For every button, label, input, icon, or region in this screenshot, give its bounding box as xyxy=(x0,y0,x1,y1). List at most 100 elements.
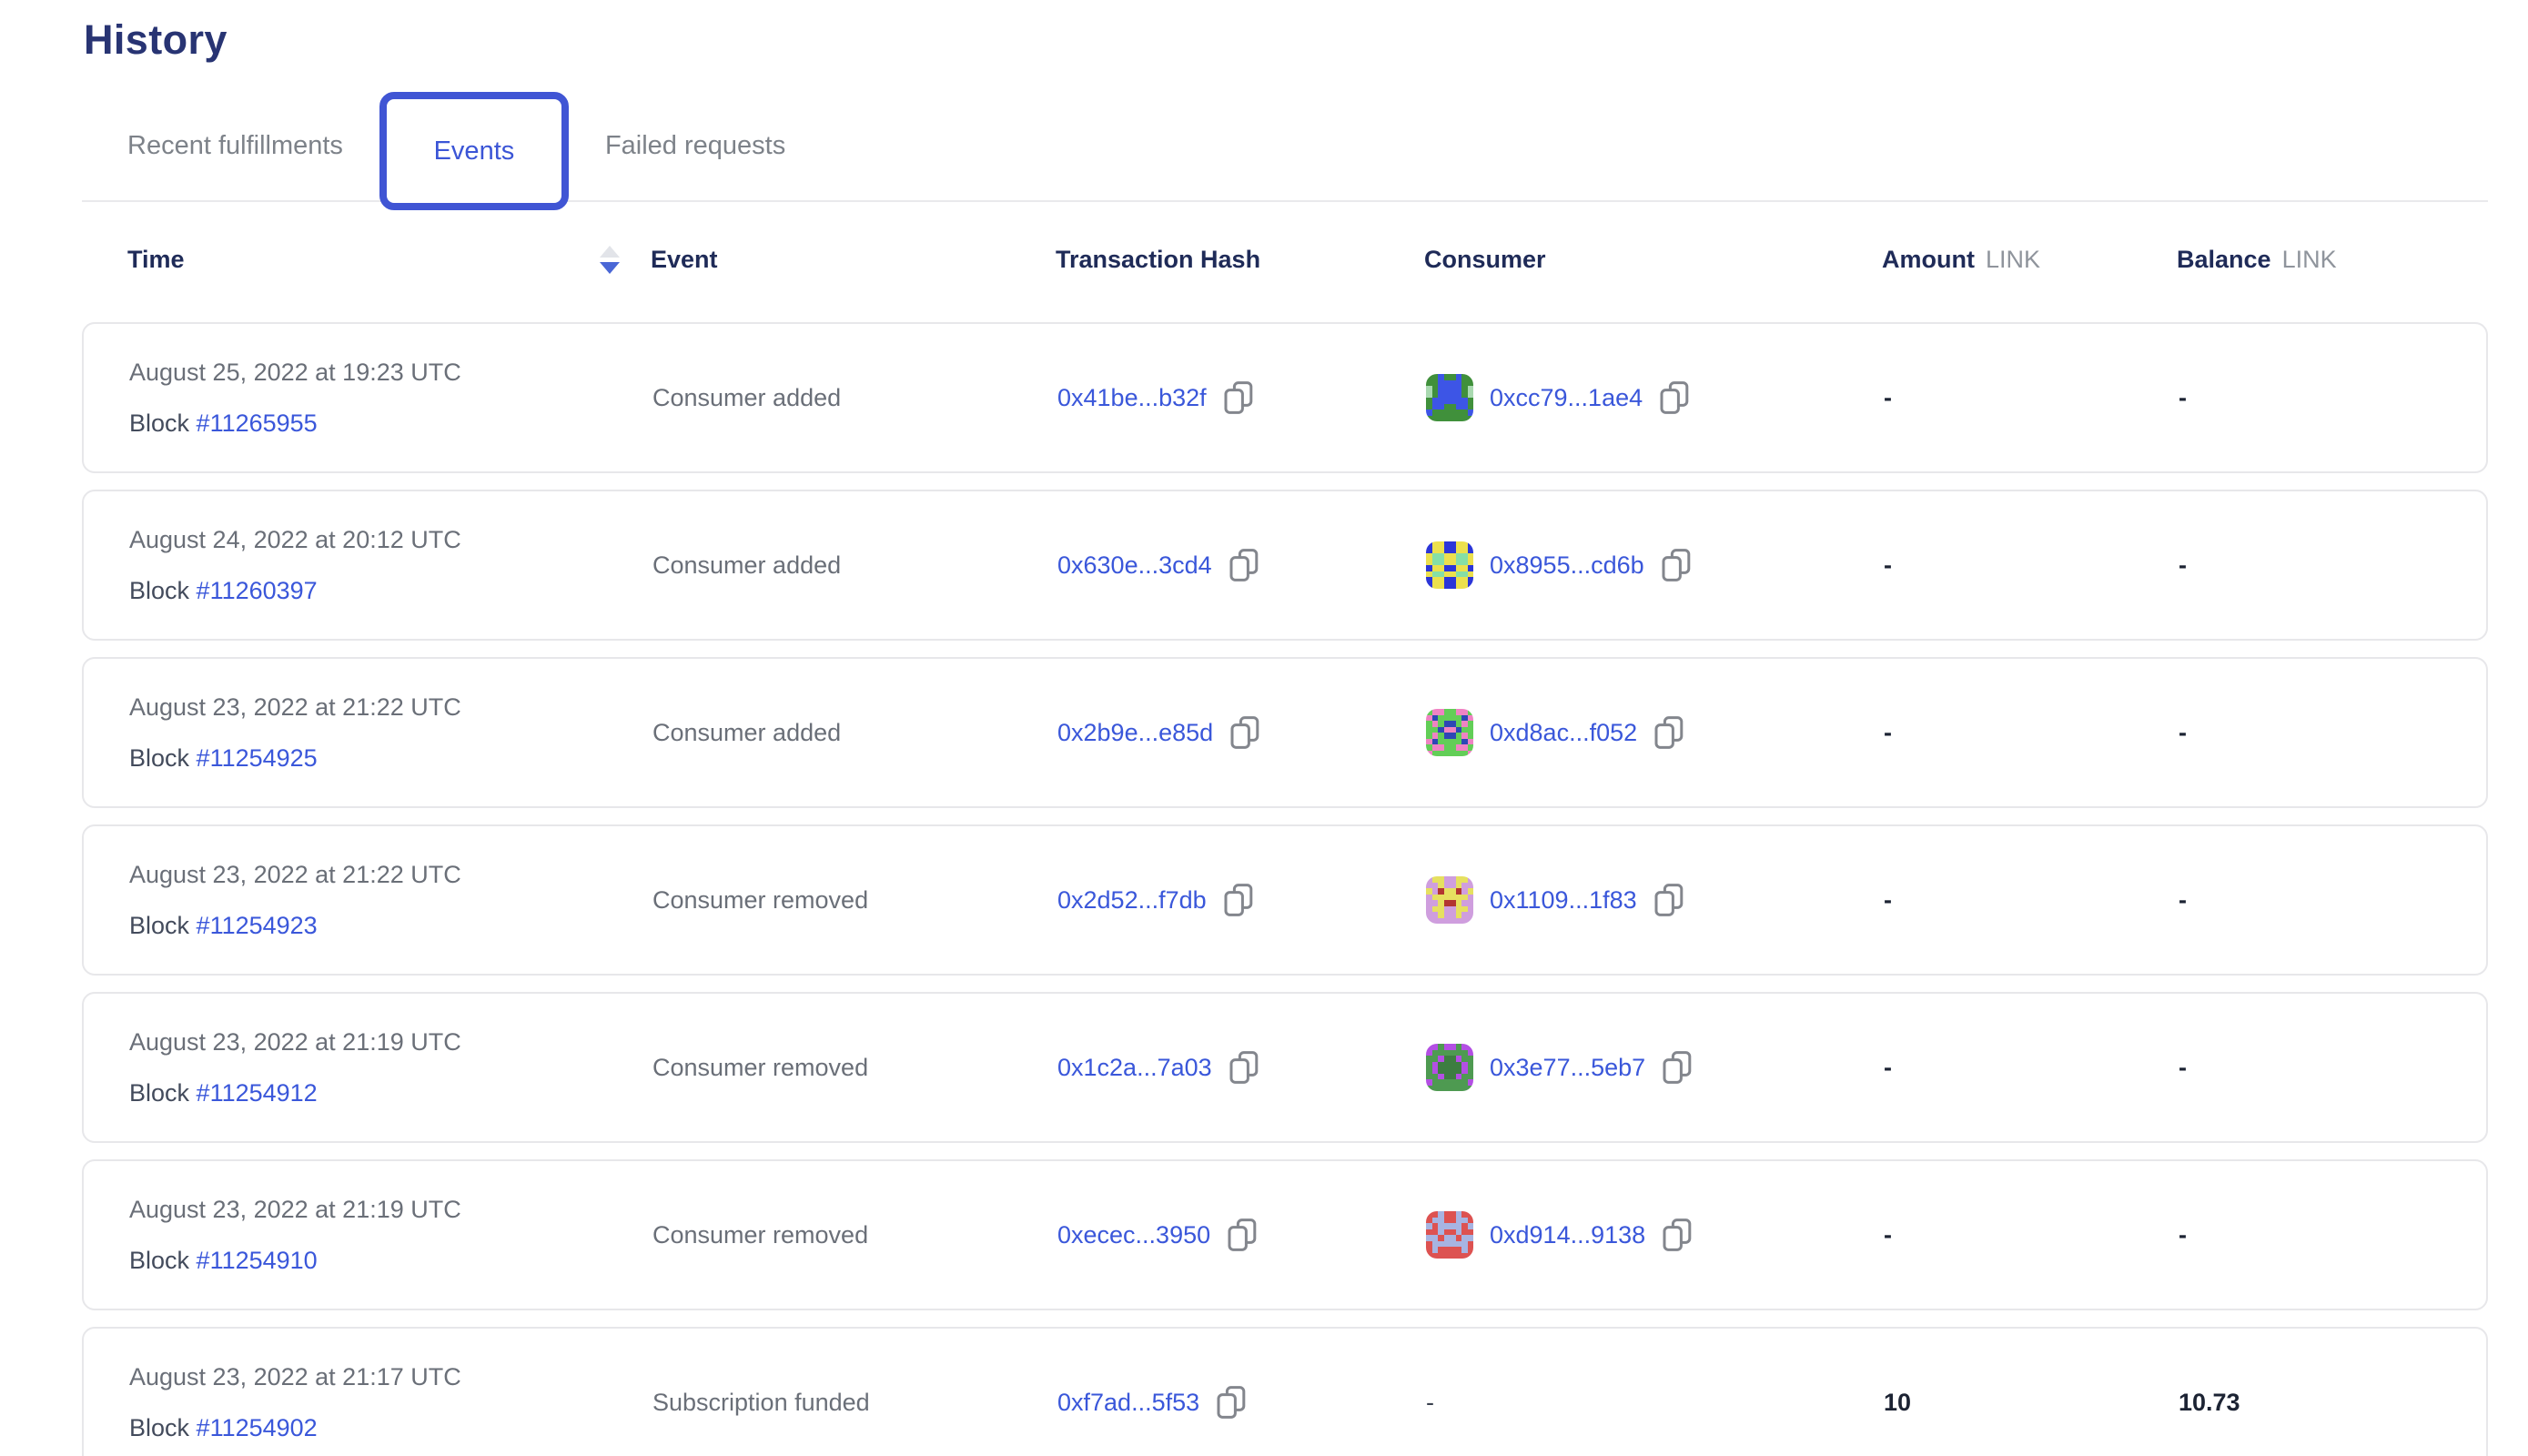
row-event: Subscription funded xyxy=(652,1389,1057,1417)
amount-unit-label: LINK xyxy=(1986,246,2040,274)
block-number-link[interactable]: #11265955 xyxy=(197,410,318,437)
row-time-cell: August 23, 2022 at 21:22 UTC Block #1125… xyxy=(129,860,652,940)
row-event: Consumer added xyxy=(652,551,1057,580)
block-number-link[interactable]: #11254912 xyxy=(197,1079,318,1107)
row-date: August 23, 2022 at 21:19 UTC xyxy=(129,1195,652,1224)
tab-events[interactable]: Events xyxy=(379,92,569,210)
sort-icon[interactable] xyxy=(600,246,620,274)
copy-icon[interactable] xyxy=(1227,1218,1258,1252)
row-date: August 23, 2022 at 21:17 UTC xyxy=(129,1362,652,1391)
row-date: August 25, 2022 at 19:23 UTC xyxy=(129,358,652,387)
consumer-avatar xyxy=(1426,876,1473,924)
copy-icon[interactable] xyxy=(1662,1218,1693,1252)
copy-icon[interactable] xyxy=(1661,548,1692,582)
row-time-cell: August 23, 2022 at 21:22 UTC Block #1125… xyxy=(129,693,652,773)
page-title: History xyxy=(84,16,2488,64)
tab-failed-requests[interactable]: Failed requests xyxy=(605,131,785,161)
table-row: August 23, 2022 at 21:22 UTC Block #1125… xyxy=(82,824,2488,976)
block-label: Block xyxy=(129,1247,189,1274)
row-time-cell: August 23, 2022 at 21:17 UTC Block #1125… xyxy=(129,1362,652,1442)
consumer-avatar xyxy=(1426,374,1473,421)
table-row: August 23, 2022 at 21:19 UTC Block #1125… xyxy=(82,1159,2488,1310)
block-label: Block xyxy=(129,1079,189,1107)
copy-icon[interactable] xyxy=(1216,1385,1247,1420)
row-time-cell: August 25, 2022 at 19:23 UTC Block #1126… xyxy=(129,358,652,438)
row-consumer-cell: 0xd8ac...f052 xyxy=(1426,709,1884,756)
copy-icon[interactable] xyxy=(1653,883,1684,917)
block-label: Block xyxy=(129,744,189,772)
copy-icon[interactable] xyxy=(1653,715,1684,750)
row-consumer-cell: 0xcc79...1ae4 xyxy=(1426,374,1884,421)
row-date: August 24, 2022 at 20:12 UTC xyxy=(129,525,652,554)
column-header-amount: Amount LINK xyxy=(1882,246,2177,274)
row-consumer-cell: 0x1109...1f83 xyxy=(1426,876,1884,924)
history-page: History Recent fulfillments Events Faile… xyxy=(0,0,2528,1456)
consumer-avatar xyxy=(1426,709,1473,756)
consumer-address-link[interactable]: 0x3e77...5eb7 xyxy=(1490,1054,1645,1082)
consumer-address-link[interactable]: 0x1109...1f83 xyxy=(1490,886,1637,915)
row-amount: - xyxy=(1884,1221,2179,1249)
transaction-hash-link[interactable]: 0x1c2a...7a03 xyxy=(1057,1054,1212,1082)
copy-icon[interactable] xyxy=(1229,715,1260,750)
sort-desc-icon xyxy=(600,262,620,274)
column-header-transaction-hash: Transaction Hash xyxy=(1056,246,1424,274)
row-amount: 10 xyxy=(1884,1389,2179,1417)
transaction-hash-link[interactable]: 0xf7ad...5f53 xyxy=(1057,1389,1199,1417)
block-label: Block xyxy=(129,1414,189,1441)
transaction-hash-link[interactable]: 0x2d52...f7db xyxy=(1057,886,1207,915)
consumer-address-link[interactable]: 0x8955...cd6b xyxy=(1490,551,1644,580)
block-number-link[interactable]: #11254902 xyxy=(197,1414,318,1441)
table-row: August 24, 2022 at 20:12 UTC Block #1126… xyxy=(82,490,2488,641)
copy-icon[interactable] xyxy=(1229,1050,1259,1085)
transaction-hash-link[interactable]: 0xecec...3950 xyxy=(1057,1221,1210,1249)
consumer-avatar xyxy=(1426,1044,1473,1091)
row-time-cell: August 23, 2022 at 21:19 UTC Block #1125… xyxy=(129,1195,652,1275)
row-time-cell: August 24, 2022 at 20:12 UTC Block #1126… xyxy=(129,525,652,605)
row-transaction-hash-cell: 0x41be...b32f xyxy=(1057,380,1426,415)
row-amount: - xyxy=(1884,384,2179,412)
row-balance: 10.73 xyxy=(2179,1389,2486,1417)
table-row: August 23, 2022 at 21:17 UTC Block #1125… xyxy=(82,1327,2488,1456)
row-time-cell: August 23, 2022 at 21:19 UTC Block #1125… xyxy=(129,1027,652,1107)
column-header-event: Event xyxy=(651,246,1056,274)
row-consumer-cell: 0x3e77...5eb7 xyxy=(1426,1044,1884,1091)
table-row: August 23, 2022 at 21:19 UTC Block #1125… xyxy=(82,992,2488,1143)
consumer-address-link[interactable]: 0xd8ac...f052 xyxy=(1490,719,1637,747)
block-number-link[interactable]: #11254925 xyxy=(197,744,318,772)
row-transaction-hash-cell: 0x2d52...f7db xyxy=(1057,883,1426,917)
balance-unit-label: LINK xyxy=(2282,246,2337,274)
block-number-link[interactable]: #11254923 xyxy=(197,912,318,939)
events-table-body: August 25, 2022 at 19:23 UTC Block #1126… xyxy=(82,322,2488,1456)
column-header-time[interactable]: Time xyxy=(127,246,651,274)
copy-icon[interactable] xyxy=(1223,380,1254,415)
consumer-address-link[interactable]: 0xcc79...1ae4 xyxy=(1490,384,1643,412)
tab-bar: Recent fulfillments Events Failed reques… xyxy=(82,91,2488,202)
row-event: Consumer removed xyxy=(652,1054,1057,1082)
block-label: Block xyxy=(129,410,189,437)
row-event: Consumer removed xyxy=(652,1221,1057,1249)
row-balance: - xyxy=(2179,719,2486,747)
row-transaction-hash-cell: 0x2b9e...e85d xyxy=(1057,715,1426,750)
table-row: August 25, 2022 at 19:23 UTC Block #1126… xyxy=(82,322,2488,473)
column-header-balance: Balance LINK xyxy=(2177,246,2488,274)
transaction-hash-link[interactable]: 0x630e...3cd4 xyxy=(1057,551,1212,580)
consumer-address-link[interactable]: 0xd914...9138 xyxy=(1490,1221,1645,1249)
copy-icon[interactable] xyxy=(1223,883,1254,917)
table-header: Time Event Transaction Hash Consumer Amo… xyxy=(82,240,2488,278)
row-balance: - xyxy=(2179,1054,2486,1082)
tab-events-label: Events xyxy=(434,136,515,167)
row-amount: - xyxy=(1884,1054,2179,1082)
block-number-link[interactable]: #11254910 xyxy=(197,1247,318,1274)
copy-icon[interactable] xyxy=(1662,1050,1693,1085)
consumer-avatar xyxy=(1426,1211,1473,1259)
copy-icon[interactable] xyxy=(1659,380,1690,415)
block-number-link[interactable]: #11260397 xyxy=(197,577,318,604)
copy-icon[interactable] xyxy=(1229,548,1259,582)
transaction-hash-link[interactable]: 0x2b9e...e85d xyxy=(1057,719,1213,747)
row-transaction-hash-cell: 0x630e...3cd4 xyxy=(1057,548,1426,582)
transaction-hash-link[interactable]: 0x41be...b32f xyxy=(1057,384,1207,412)
tab-recent-fulfillments[interactable]: Recent fulfillments xyxy=(127,131,343,161)
row-event: Consumer removed xyxy=(652,886,1057,915)
row-amount: - xyxy=(1884,719,2179,747)
row-consumer-cell: 0x8955...cd6b xyxy=(1426,541,1884,589)
